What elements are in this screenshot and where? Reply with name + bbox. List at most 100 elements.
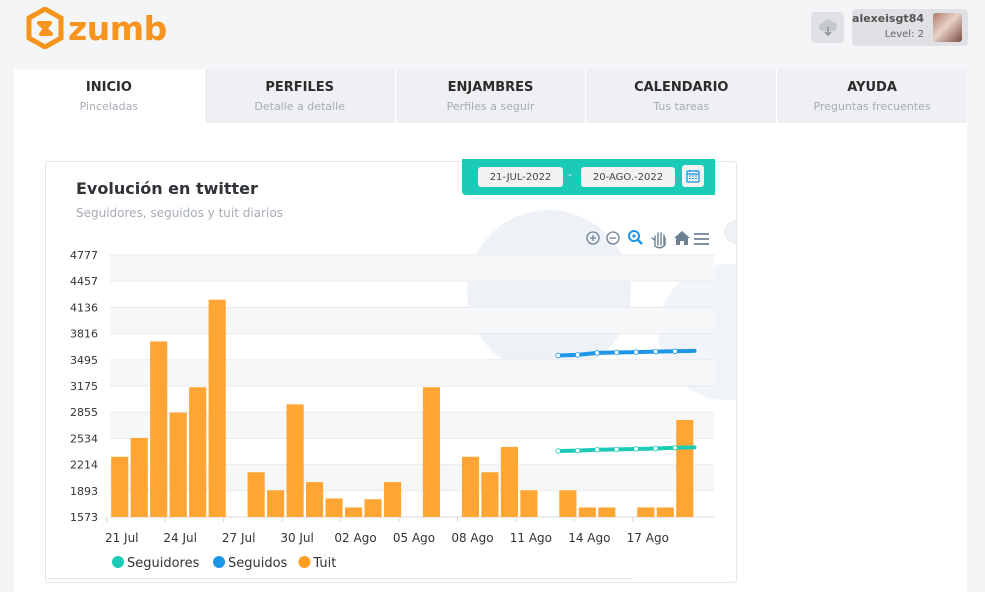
avatar[interactable] bbox=[933, 13, 962, 42]
tuit-bar bbox=[559, 490, 577, 517]
x-tick-label: 17 Ago bbox=[627, 531, 669, 545]
tuit-bar bbox=[325, 498, 343, 517]
tab-subtitle: Detalle a detalle bbox=[254, 99, 345, 113]
tuit-bar bbox=[267, 490, 285, 517]
x-tick-label: 30 Jul bbox=[280, 531, 314, 545]
selection-zoom-icon[interactable] bbox=[628, 230, 643, 245]
tuit-bar bbox=[461, 456, 480, 517]
legend-marker bbox=[213, 556, 225, 568]
y-axis-ticks: 4777 4457 4136 3816 3495 3175 2855 2534 2214 1893… bbox=[70, 249, 98, 524]
user-level: Level: 2 bbox=[884, 29, 924, 40]
chart-legend: Seguidores Seguidos Tuit bbox=[112, 556, 336, 571]
tuit-bar bbox=[247, 472, 265, 517]
twitter-chart: 4777 4457 4136 3816 3495 3175 2855 2534 2214 1893… bbox=[70, 230, 714, 571]
legend-marker bbox=[298, 556, 311, 568]
y-tick-label: 2855 bbox=[70, 406, 98, 419]
series-point bbox=[633, 349, 639, 355]
tab-enjambres[interactable]: ENJAMBRES Perfiles a seguir bbox=[395, 69, 587, 123]
tuit-bar bbox=[169, 412, 187, 517]
series-point bbox=[672, 348, 678, 354]
series-point bbox=[613, 446, 620, 453]
grid-band bbox=[110, 255, 714, 282]
tab-label: AYUDA bbox=[847, 79, 897, 95]
tuit-bar bbox=[150, 341, 168, 517]
series-point bbox=[574, 352, 581, 358]
tuit-bar bbox=[344, 507, 363, 517]
main-nav-tabs: INICIO Pinceladas PERFILES Detalle a det… bbox=[14, 69, 967, 123]
tuit-bar bbox=[111, 456, 129, 517]
legend-label: Seguidos bbox=[228, 556, 288, 571]
tuit-bar bbox=[656, 507, 674, 517]
cloud-download-button[interactable] bbox=[811, 12, 844, 43]
tab-subtitle: Preguntas frecuentes bbox=[813, 99, 931, 113]
grid-band bbox=[110, 359, 714, 386]
tab-label: PERFILES bbox=[265, 79, 335, 95]
series-point bbox=[652, 348, 659, 355]
divider bbox=[48, 578, 632, 579]
tab-perfiles[interactable]: PERFILES Detalle a detalle bbox=[204, 69, 396, 123]
series-point bbox=[574, 447, 581, 454]
tab-calendario[interactable]: CALENDARIO Tus tareas bbox=[586, 69, 778, 123]
x-tick-label: 02 Ago bbox=[334, 531, 376, 545]
top-bar: zumb alexeisgt84 Level: 2 bbox=[0, 0, 985, 62]
date-to-input[interactable]: 20-AGO.-2022 bbox=[581, 167, 675, 187]
y-tick-label: 3495 bbox=[70, 354, 98, 367]
calendar-icon bbox=[686, 170, 700, 183]
series-point bbox=[594, 447, 600, 453]
date-from-input[interactable]: 21-JUL-2022 bbox=[478, 167, 563, 187]
legend-marker bbox=[112, 556, 124, 568]
x-axis-ticks: 21 Jul 24 Jul 27 Jul 30 Jul 02 Ago 05 Ago 08 A… bbox=[105, 517, 669, 545]
y-tick-label: 2214 bbox=[70, 459, 98, 472]
y-tick-label: 3816 bbox=[70, 328, 98, 341]
x-tick-label: 14 Ago bbox=[568, 531, 610, 545]
tuit-bar bbox=[637, 507, 655, 517]
tuit-bar bbox=[364, 499, 382, 517]
tuit-bar bbox=[189, 387, 207, 517]
twitter-evolution-card: Evolución en twitter Seguidores, seguido… bbox=[45, 161, 737, 583]
legend-label: Seguidores bbox=[127, 556, 200, 571]
pan-hand-icon[interactable] bbox=[651, 232, 666, 249]
zoom-out-icon[interactable] bbox=[606, 231, 620, 245]
y-tick-label: 3175 bbox=[70, 380, 98, 393]
series-point bbox=[672, 445, 678, 451]
menu-icon[interactable] bbox=[694, 233, 709, 245]
y-tick-label: 4457 bbox=[70, 275, 98, 288]
tab-subtitle: Pinceladas bbox=[79, 99, 139, 113]
user-name: alexeisgt84 bbox=[852, 12, 924, 25]
x-tick-label: 21 Jul bbox=[105, 531, 139, 545]
tuit-bar bbox=[422, 387, 441, 517]
logo-hexagon-icon bbox=[26, 7, 64, 49]
date-separator: - bbox=[568, 168, 572, 181]
tab-ayuda[interactable]: AYUDA Preguntas frecuentes bbox=[777, 69, 967, 123]
tuit-bar bbox=[578, 507, 596, 517]
x-tick-label: 11 Ago bbox=[510, 531, 552, 545]
tab-subtitle: Tus tareas bbox=[653, 99, 710, 113]
calendar-button[interactable] bbox=[682, 165, 704, 187]
series-point bbox=[594, 350, 600, 356]
tab-label: CALENDARIO bbox=[634, 79, 729, 95]
tab-inicio[interactable]: INICIO Pinceladas bbox=[14, 69, 205, 123]
home-reset-icon[interactable] bbox=[674, 231, 690, 245]
legend-label: Tuit bbox=[312, 556, 336, 571]
y-tick-label: 1573 bbox=[70, 511, 98, 524]
tab-subtitle: Perfiles a seguir bbox=[446, 99, 535, 113]
tuit-bar bbox=[130, 437, 148, 517]
y-tick-label: 2534 bbox=[70, 432, 98, 445]
series-point bbox=[633, 446, 639, 452]
zoom-in-icon[interactable] bbox=[586, 231, 600, 245]
date-range-bar: 21-JUL-2022 - 20-AGO.-2022 bbox=[462, 159, 715, 195]
tuit-bar bbox=[383, 482, 402, 517]
tab-label: INICIO bbox=[85, 79, 132, 95]
zumb-logo[interactable]: zumb bbox=[26, 6, 167, 50]
x-tick-label: 05 Ago bbox=[393, 531, 435, 545]
tab-label: ENJAMBRES bbox=[447, 79, 534, 95]
series-point bbox=[555, 448, 561, 454]
tuit-bar bbox=[306, 482, 324, 517]
series-point bbox=[555, 352, 561, 359]
tuit-bar bbox=[676, 419, 694, 517]
cloud-download-icon bbox=[818, 19, 837, 36]
grid-band bbox=[110, 307, 714, 334]
logo-text: zumb bbox=[68, 8, 167, 48]
user-menu[interactable]: alexeisgt84 Level: 2 bbox=[852, 9, 968, 46]
x-tick-label: 08 Ago bbox=[451, 531, 493, 545]
